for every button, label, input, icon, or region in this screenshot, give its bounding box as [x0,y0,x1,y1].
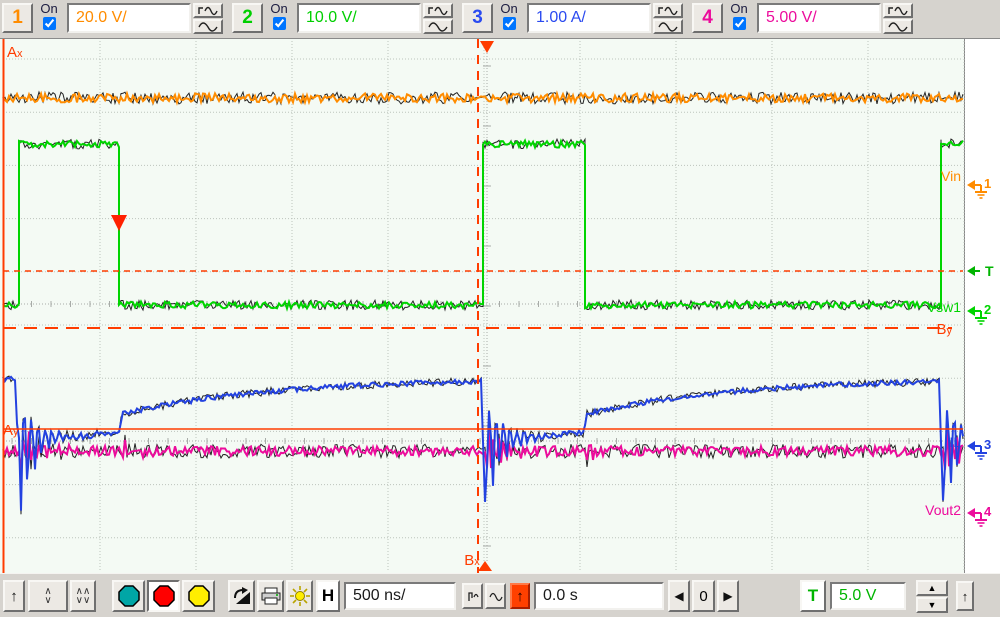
pulse-wave-icon [196,5,220,16]
print-button[interactable] [257,580,284,612]
channel-1-scale-field[interactable]: 20.0 V/ [67,3,191,33]
trigger-edge-button[interactable]: ↑ [956,581,974,611]
svg-text:1: 1 [984,176,991,191]
channel-4-scale-field[interactable]: 5.00 V/ [757,3,881,33]
channel-1-sine-waveform-button[interactable] [193,19,223,34]
sine-capture-button[interactable] [485,583,506,609]
position-coarse-stepper[interactable]: ∧∨ [28,580,68,612]
marker-strip [965,39,1000,574]
teal-octagon-icon [118,585,140,607]
channel-4-button[interactable]: 4 [692,3,723,33]
channel-3-scale-field[interactable]: 1.00 A/ [527,3,651,33]
sine-wave-icon [656,21,680,32]
channel-2-pulse-waveform-button[interactable] [423,3,453,18]
horizontal-button[interactable]: H [316,580,340,612]
channel-2-button[interactable]: 2 [232,3,263,33]
channel-1-pulse-waveform-button[interactable] [193,3,223,18]
export-button[interactable] [228,580,255,612]
trigger-position-field[interactable]: 0.0 s [534,582,664,610]
channel-2-scale-field[interactable]: 10.0 V/ [297,3,421,33]
channel-2-on-label: On [266,1,292,16]
channel-4-sine-waveform-button[interactable] [883,19,913,34]
channel-3-button[interactable]: 3 [462,3,493,33]
channel-3-sine-waveform-button[interactable] [653,19,683,34]
vout2-label: Vout2 [925,502,961,518]
small-pulse-icon [466,590,480,603]
glitch-capture-button[interactable] [462,583,483,609]
trigger-level-field[interactable]: 5.0 V [830,582,906,610]
pan-left-button[interactable]: ◀ [668,580,690,612]
trigger-level-up-button[interactable]: ▲ [916,580,948,596]
pan-right-button[interactable]: ▶ [717,580,739,612]
channel-1-on-group: On [36,1,62,35]
single-button[interactable] [182,580,215,612]
display-brightness-button[interactable] [286,580,313,612]
channel-4-on-label: On [726,1,752,16]
pulse-wave-icon [656,5,680,16]
channel-1-button[interactable]: 1 [2,3,33,33]
sine-wave-icon [886,21,910,32]
vsw1-label: Vsw1 [927,299,961,315]
channel-2-on-group: On [266,1,292,35]
trigger-slope-button[interactable]: ↑ [510,583,530,609]
timebase-field[interactable]: 500 ns/ [344,582,456,610]
channel-1-on-checkbox[interactable] [43,17,56,30]
pan-up-button[interactable]: ↑ [3,580,25,612]
trigger-button[interactable]: T [800,580,826,612]
channel-2-sine-waveform-button[interactable] [423,19,453,34]
stop-button[interactable] [147,580,180,612]
trigger-level-down-button[interactable]: ▼ [916,597,948,613]
svg-text:4: 4 [984,504,992,519]
channel-4-pulse-waveform-button[interactable] [883,3,913,18]
channel-3-on-checkbox[interactable] [503,17,516,30]
channel-1-on-label: On [36,1,62,16]
rising-edge-icon: ↑ [516,589,524,604]
curved-arrow-icon [232,586,252,606]
position-fine-stepper[interactable]: ∧∧ ∨∨ [70,580,96,612]
sine-wave-icon [426,21,450,32]
run-button[interactable] [112,580,145,612]
yellow-octagon-icon [188,585,210,607]
vin-label: Vin [941,168,961,184]
svg-text:T: T [985,263,994,279]
channel-4-on-group: On [726,1,752,35]
sun-icon [290,586,310,606]
pulse-wave-icon [886,5,910,16]
channel-3-on-group: On [496,1,522,35]
small-sine-icon [488,591,503,602]
il-label: IL [949,434,961,450]
channel-2-on-checkbox[interactable] [273,17,286,30]
printer-icon [261,587,281,605]
channel-3-pulse-waveform-button[interactable] [653,3,683,18]
channel-bar: 1 On 20.0 V/ 2 On 10.0 V/ 3 On 1.00 A/ [0,0,1000,38]
red-octagon-icon [153,585,175,607]
oscilloscope-window: 1 On 20.0 V/ 2 On 10.0 V/ 3 On 1.00 A/ [0,0,1000,617]
channel-4-on-checkbox[interactable] [733,17,746,30]
svg-text:3: 3 [984,437,991,452]
zero-position-button[interactable]: 0 [692,580,715,612]
channel-3-on-label: On [496,1,522,16]
waveform-plot[interactable]: AxAyByBxVinVsw1ILVout21234T [0,39,1000,574]
bottom-toolbar: ↑ ∧∨ ∧∧ ∨∨ [0,573,1000,617]
svg-text:2: 2 [984,302,991,317]
scope-display[interactable]: AxAyByBxVinVsw1ILVout21234T [0,38,1000,573]
sine-wave-icon [196,21,220,32]
pulse-wave-icon [426,5,450,16]
